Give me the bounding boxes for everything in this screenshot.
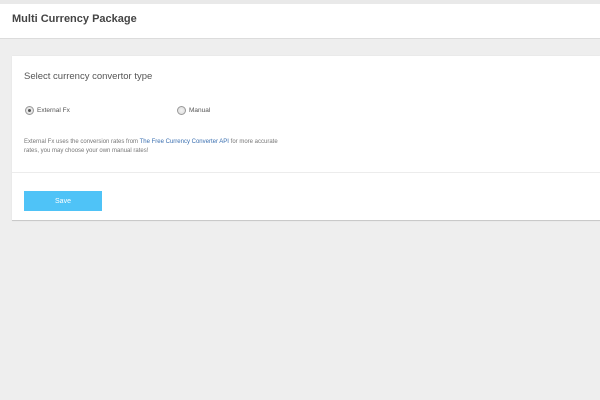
radio-label-external-fx: External Fx: [37, 106, 70, 114]
description-text: External Fx uses the conversion rates fr…: [24, 138, 294, 156]
settings-panel: Select currency convertor type External …: [12, 56, 600, 221]
page-title: Multi Currency Package: [12, 13, 137, 25]
radio-option-manual[interactable]: Manual: [177, 104, 210, 116]
save-button[interactable]: Save: [24, 191, 102, 211]
divider: [12, 172, 600, 173]
description-before: External Fx uses the conversion rates fr…: [24, 139, 140, 145]
currency-api-link[interactable]: The Free Currency Converter API: [140, 139, 229, 145]
radio-manual[interactable]: [177, 105, 186, 115]
section-title: Select currency convertor type: [24, 71, 153, 82]
page-header: Multi Currency Package: [0, 4, 600, 39]
radio-external-fx[interactable]: [25, 105, 34, 115]
radio-option-external-fx[interactable]: External Fx: [25, 104, 70, 116]
radio-label-manual: Manual: [189, 106, 211, 114]
